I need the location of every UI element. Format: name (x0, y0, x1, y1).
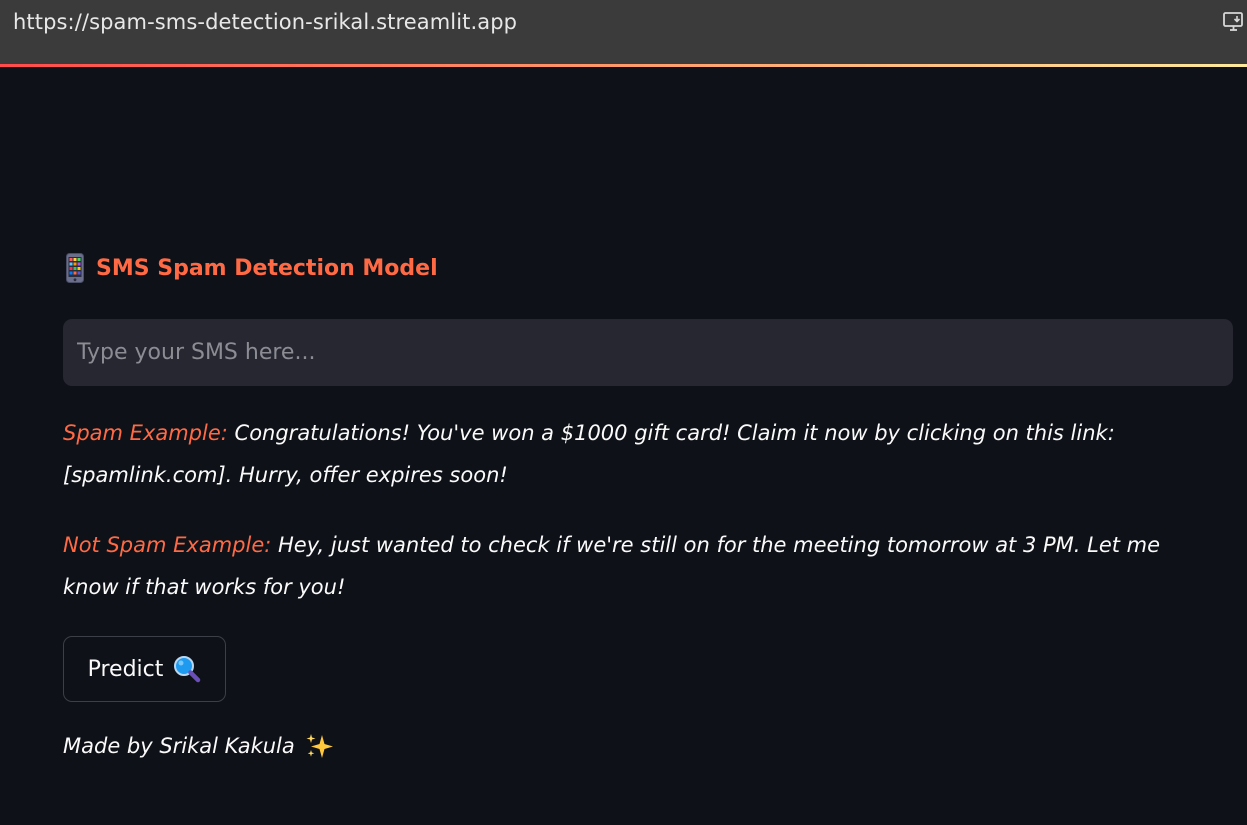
streamlit-app-main: SMS Spam Detection Model Spam Example: C… (0, 67, 1247, 825)
magnifying-glass-icon (174, 656, 201, 683)
footer: Made by Srikal Kakula (63, 731, 335, 761)
sparkles-icon (306, 734, 333, 758)
predict-button-label: Predict (87, 656, 164, 682)
spam-example: Spam Example: Congratulations! You've wo… (63, 412, 1213, 496)
spam-example-label: Spam Example: (63, 421, 228, 445)
url-text[interactable]: https://spam-sms-detection-srikal.stream… (13, 10, 517, 34)
predict-button[interactable]: Predict (63, 636, 226, 702)
mobile-phone-icon (66, 253, 84, 283)
page-title: SMS Spam Detection Model (96, 255, 438, 281)
browser-address-bar[interactable]: https://spam-sms-detection-srikal.stream… (0, 0, 1247, 64)
footer-text: Made by Srikal Kakula (63, 734, 295, 758)
sms-text-input[interactable] (63, 319, 1233, 386)
title-row: SMS Spam Detection Model (66, 253, 438, 283)
install-app-icon[interactable] (1223, 10, 1245, 34)
not-spam-example: Not Spam Example: Hey, just wanted to ch… (63, 524, 1213, 608)
not-spam-example-label: Not Spam Example: (63, 533, 272, 557)
